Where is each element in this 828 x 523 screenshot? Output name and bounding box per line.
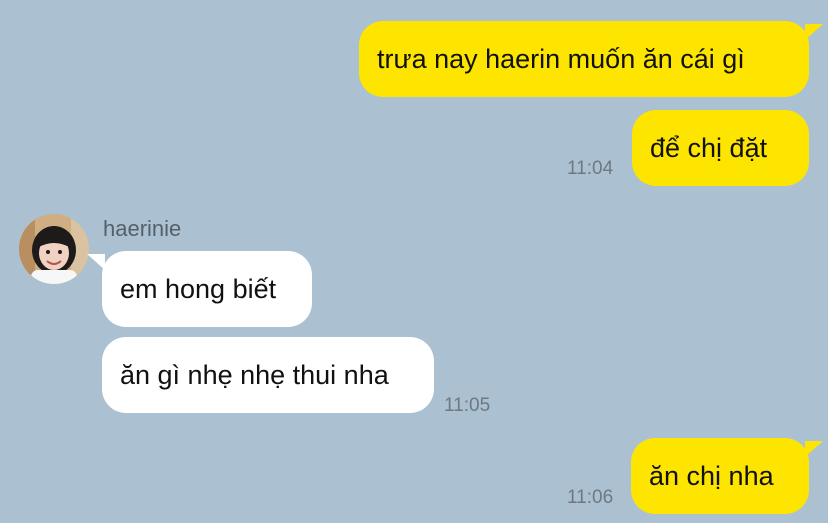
sender-name: haerinie bbox=[103, 216, 182, 241]
outgoing-message-bubble[interactable]: để chị đặt bbox=[632, 110, 809, 186]
avatar-icon bbox=[19, 214, 89, 284]
incoming-message-bubble[interactable]: em hong biết bbox=[102, 251, 312, 327]
contact-avatar[interactable] bbox=[19, 214, 89, 284]
bubble-tail bbox=[805, 24, 823, 40]
bubble-tail bbox=[805, 441, 823, 457]
message-text: ăn chị nha bbox=[649, 460, 774, 491]
message-text: ăn gì nhẹ nhẹ thui nha bbox=[120, 359, 389, 390]
message-timestamp: 11:05 bbox=[444, 395, 491, 416]
incoming-message-bubble[interactable]: ăn gì nhẹ nhẹ thui nha bbox=[102, 337, 434, 413]
chat-area: trưa nay haerin muốn ăn cái gì để chị đặ… bbox=[0, 0, 828, 523]
message-timestamp: 11:04 bbox=[567, 158, 614, 179]
message-text: em hong biết bbox=[120, 273, 277, 304]
message-text: để chị đặt bbox=[650, 132, 768, 163]
outgoing-message-bubble[interactable]: ăn chị nha bbox=[631, 438, 809, 514]
message-text: trưa nay haerin muốn ăn cái gì bbox=[377, 43, 745, 74]
bubble-tail bbox=[87, 254, 105, 270]
message-timestamp: 11:06 bbox=[567, 487, 614, 508]
outgoing-message-bubble[interactable]: trưa nay haerin muốn ăn cái gì bbox=[359, 21, 809, 97]
